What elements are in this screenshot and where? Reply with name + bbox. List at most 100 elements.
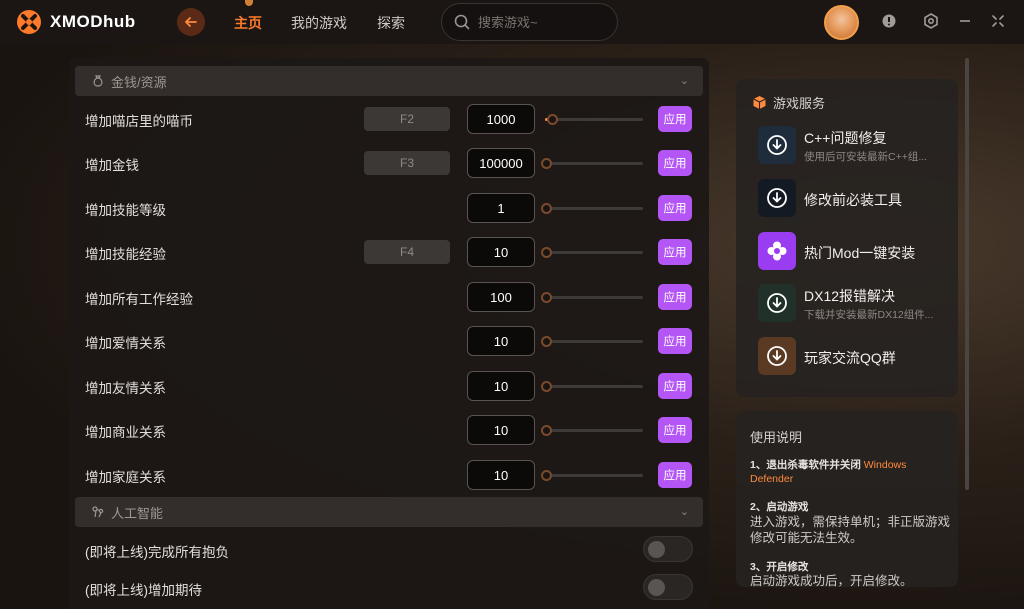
apply-button[interactable]: 应用: [658, 328, 692, 354]
hotkey-badge[interactable]: F3: [364, 151, 450, 175]
cheat-row: 增加技能等级 1 应用: [69, 188, 709, 228]
cheat-panel: 金钱/资源 ⌄ 增加喵店里的喵币 F2 1000 应用 增加金钱 F3 1000…: [69, 58, 709, 609]
toggle-switch[interactable]: [643, 574, 693, 600]
logo-icon: [17, 10, 41, 34]
arrow-left-icon: [184, 17, 197, 27]
cheat-label: 增加友情关系: [85, 381, 166, 396]
usage-step-heading: 2、启动游戏: [750, 501, 809, 513]
service-name: C++问题修复: [804, 130, 887, 146]
value-slider[interactable]: [541, 381, 643, 392]
flower-icon: [758, 232, 796, 270]
value-input[interactable]: 10: [467, 326, 535, 356]
apply-button[interactable]: 应用: [658, 239, 692, 265]
cheat-row: 增加金钱 F3 100000 应用: [69, 143, 709, 183]
nav-active-indicator: [245, 0, 253, 6]
download-icon: [758, 337, 796, 375]
slider-knob[interactable]: [541, 203, 552, 214]
value-input[interactable]: 10: [467, 237, 535, 267]
cheat-row: 增加家庭关系 10 应用: [69, 455, 709, 495]
hotkey-badge[interactable]: F2: [364, 107, 450, 131]
usage-step-heading: 3、开启修改: [750, 561, 809, 573]
cheat-row: 增加喵店里的喵币 F2 1000 应用: [69, 99, 709, 139]
cheat-row: 增加商业关系 10 应用: [69, 410, 709, 450]
chevron-down-icon: ⌄: [679, 506, 689, 518]
usage-step-body: 启动游戏成功后，开启修改。: [750, 574, 913, 587]
value-input[interactable]: 10: [467, 371, 535, 401]
cheat-label: 增加技能经验: [85, 247, 166, 262]
service-dx12-fix[interactable]: DX12报错解决 下载并安装最新DX12组件...: [756, 284, 952, 324]
apply-button[interactable]: 应用: [658, 284, 692, 310]
toggle-label: (即将上线)增加期待: [85, 583, 202, 598]
value-slider[interactable]: [541, 470, 643, 481]
nav-explore[interactable]: 探索: [377, 13, 405, 33]
apply-button[interactable]: 应用: [658, 106, 692, 132]
cheat-row: 增加爱情关系 10 应用: [69, 321, 709, 361]
toggle-row: (即将上线)完成所有抱负: [69, 530, 709, 570]
app-logo[interactable]: XMODhub: [16, 9, 136, 35]
section-title: 人工智能: [111, 505, 164, 521]
top-bar: XMODhub 主页 我的游戏 探索: [0, 0, 1024, 44]
toggle-switch[interactable]: [643, 536, 693, 562]
apply-button[interactable]: 应用: [658, 195, 692, 221]
section-header-money[interactable]: 金钱/资源 ⌄: [75, 66, 703, 96]
value-slider[interactable]: [541, 247, 643, 258]
search-box[interactable]: [441, 3, 618, 41]
toggle-knob: [648, 579, 665, 596]
cheat-label: 增加技能等级: [85, 203, 166, 218]
search-icon: [454, 14, 470, 30]
nav-home[interactable]: 主页: [234, 13, 262, 33]
nav-my-games[interactable]: 我的游戏: [291, 13, 347, 33]
slider-knob[interactable]: [541, 381, 552, 392]
services-header: 游戏服务: [752, 93, 825, 112]
scrollbar[interactable]: [965, 58, 969, 490]
usage-instructions-panel: 使用说明 1、退出杀毒软件并关闭 Windows Defender 2、启动游戏…: [736, 411, 958, 587]
value-input[interactable]: 100: [467, 282, 535, 312]
value-input[interactable]: 1: [467, 193, 535, 223]
value-input[interactable]: 100000: [467, 148, 535, 178]
value-slider[interactable]: [541, 425, 643, 436]
service-qq-group[interactable]: 玩家交流QQ群: [756, 337, 952, 377]
minimize-icon[interactable]: [956, 12, 974, 30]
apply-button[interactable]: 应用: [658, 373, 692, 399]
service-name: 热门Mod一键安装: [804, 245, 916, 261]
hotkey-badge[interactable]: F4: [364, 240, 450, 264]
cheat-row: 增加所有工作经验 100 应用: [69, 277, 709, 317]
user-avatar[interactable]: [824, 5, 859, 40]
slider-knob[interactable]: [541, 158, 552, 169]
box-icon: [753, 96, 766, 109]
service-name: 玩家交流QQ群: [804, 350, 896, 366]
apply-button[interactable]: 应用: [658, 150, 692, 176]
notification-icon[interactable]: [880, 12, 898, 30]
settings-icon[interactable]: [922, 12, 940, 30]
service-mod-install[interactable]: 热门Mod一键安装: [756, 232, 952, 272]
cheat-label: 增加金钱: [85, 158, 139, 173]
slider-knob[interactable]: [541, 247, 552, 258]
slider-knob[interactable]: [541, 292, 552, 303]
ai-icon: [92, 506, 104, 518]
value-input[interactable]: 10: [467, 415, 535, 445]
apply-button[interactable]: 应用: [658, 462, 692, 488]
service-required-tool[interactable]: 修改前必装工具: [756, 179, 952, 219]
cheat-row: 增加友情关系 10 应用: [69, 366, 709, 406]
section-header-ai[interactable]: 人工智能 ⌄: [75, 497, 703, 527]
chevron-down-icon: ⌄: [679, 75, 689, 87]
value-input[interactable]: 1000: [467, 104, 535, 134]
apply-button[interactable]: 应用: [658, 417, 692, 443]
toggle-knob: [648, 541, 665, 558]
value-input[interactable]: 10: [467, 460, 535, 490]
cheat-label: 增加所有工作经验: [85, 292, 193, 307]
value-slider[interactable]: [541, 203, 643, 214]
value-slider[interactable]: [541, 292, 643, 303]
value-slider[interactable]: [545, 114, 643, 125]
value-slider[interactable]: [541, 336, 643, 347]
slider-knob[interactable]: [541, 470, 552, 481]
slider-knob[interactable]: [547, 114, 558, 125]
close-icon[interactable]: [989, 12, 1007, 30]
slider-knob[interactable]: [541, 336, 552, 347]
value-slider[interactable]: [541, 158, 643, 169]
usage-title: 使用说明: [750, 430, 803, 445]
slider-knob[interactable]: [541, 425, 552, 436]
back-button[interactable]: [177, 8, 205, 36]
search-input[interactable]: [478, 14, 608, 30]
service-cpp-fix[interactable]: C++问题修复 使用后可安装最新C++组...: [756, 126, 952, 166]
